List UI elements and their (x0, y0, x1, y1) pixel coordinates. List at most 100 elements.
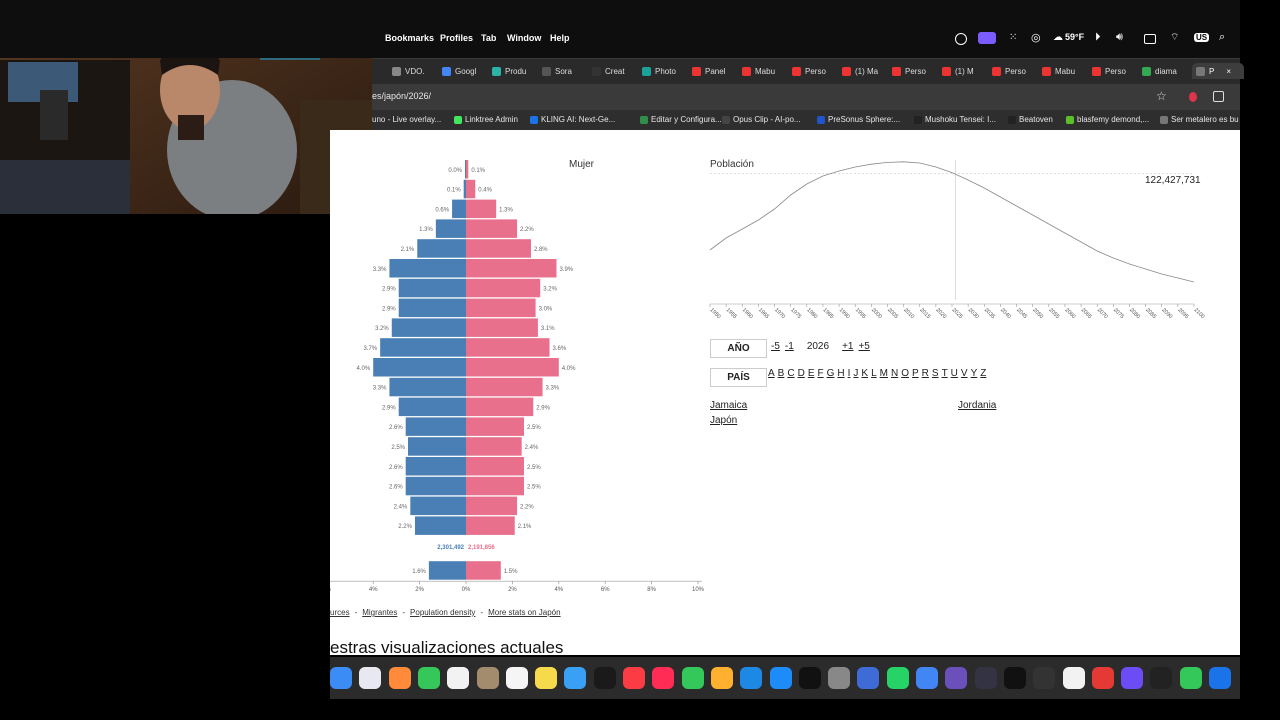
browser-tab[interactable]: Perso (1092, 63, 1136, 79)
menu-tab[interactable]: Tab (481, 33, 496, 43)
year-plus-1-link[interactable]: +1 (842, 341, 853, 352)
country-letter-link[interactable]: F (817, 368, 823, 379)
dock-app-icon[interactable] (710, 667, 733, 689)
dock-app-icon[interactable] (1209, 667, 1231, 689)
dock-app-icon[interactable] (1003, 667, 1026, 689)
dock-app-icon[interactable] (1179, 667, 1202, 689)
country-letter-link[interactable]: T (942, 368, 948, 379)
dock-app-icon[interactable] (681, 667, 704, 689)
country-letter-link[interactable]: Z (980, 368, 986, 379)
browser-tab[interactable]: diama (1142, 63, 1186, 79)
browser-tab[interactable]: Googl (442, 63, 486, 79)
dock-app-icon[interactable] (447, 667, 470, 689)
country-link-jordania[interactable]: Jordania (958, 400, 996, 411)
year-minus-5-link[interactable]: -5 (771, 341, 780, 352)
focus-icon[interactable]: ◎ (1031, 31, 1041, 44)
dock-app-icon[interactable] (359, 667, 382, 689)
dock-app-icon[interactable] (564, 667, 587, 689)
wifi-icon[interactable]: ⌔ (1170, 31, 1179, 44)
control-grid-icon[interactable]: ⁙ (1009, 32, 1017, 43)
dock-app-icon[interactable] (886, 667, 909, 689)
country-letter-link[interactable]: C (787, 368, 794, 379)
play-icon[interactable]: ⏵ (1095, 31, 1101, 44)
bookmark-item[interactable]: blasfemy demond,... (1066, 115, 1149, 124)
country-letter-link[interactable]: P (912, 368, 919, 379)
browser-tab[interactable]: Perso (892, 63, 936, 79)
dock-app-icon[interactable] (798, 667, 821, 689)
bookmark-item[interactable]: Beatoven (1008, 115, 1053, 124)
browser-tab[interactable]: Produ (492, 63, 536, 79)
dock-app-icon[interactable] (330, 667, 352, 689)
bookmark-item[interactable]: Linktree Admin (454, 115, 518, 124)
dock-app-icon[interactable] (652, 667, 675, 689)
menu-profiles[interactable]: Profiles (440, 33, 473, 43)
extension-icon[interactable] (1189, 92, 1197, 102)
dock-app-icon[interactable] (623, 667, 645, 689)
country-link-japan[interactable]: Japón (710, 415, 737, 426)
country-letter-link[interactable]: B (778, 368, 785, 379)
country-letter-link[interactable]: A (768, 368, 775, 379)
browser-tab[interactable]: Mabu (742, 63, 786, 79)
dock-app-icon[interactable] (593, 667, 616, 689)
dock-app-icon[interactable] (417, 667, 440, 689)
sources-link[interactable]: urces (330, 608, 350, 617)
country-letter-link[interactable]: L (871, 368, 877, 379)
country-letter-link[interactable]: K (861, 368, 868, 379)
extensions-puzzle-icon[interactable] (1213, 91, 1224, 102)
browser-tab[interactable]: Photo (642, 63, 686, 79)
bookmark-item[interactable]: KLING AI: Next-Ge... (530, 115, 615, 124)
country-letter-link[interactable]: D (798, 368, 805, 379)
screen-share-icon[interactable] (955, 33, 967, 45)
stage-manager-icon[interactable] (978, 32, 996, 44)
country-letter-link[interactable]: I (848, 368, 851, 379)
volume-icon[interactable]: 🔊︎ (1116, 31, 1123, 44)
dock-app-icon[interactable] (388, 667, 411, 689)
dock-app-icon[interactable] (769, 667, 792, 689)
country-letter-link[interactable]: J (853, 368, 858, 379)
browser-tab[interactable]: (1) Ma (842, 63, 886, 79)
dock-app-icon[interactable] (916, 667, 938, 689)
population-density-link[interactable]: Population density (410, 608, 475, 617)
country-letter-link[interactable]: G (827, 368, 835, 379)
url-field[interactable]: es/japón/2026/ (372, 91, 431, 101)
bookmark-item[interactable]: Opus Clip - AI-po... (722, 115, 801, 124)
browser-tab[interactable]: Panel (692, 63, 736, 79)
browser-tab[interactable]: P × (1192, 63, 1244, 79)
country-link-jamaica[interactable]: Jamaica (710, 400, 747, 411)
bookmark-item[interactable]: uno - Live overlay... (372, 115, 441, 124)
browser-tab[interactable]: Mabu (1042, 63, 1086, 79)
year-minus-1-link[interactable]: -1 (785, 341, 794, 352)
bookmark-item[interactable]: PreSonus Sphere:... (817, 115, 900, 124)
country-letter-link[interactable]: S (932, 368, 939, 379)
country-letter-link[interactable]: R (922, 368, 929, 379)
dock-app-icon[interactable] (945, 667, 968, 689)
browser-tab[interactable]: Sora (542, 63, 586, 79)
menu-bookmarks[interactable]: Bookmarks (385, 33, 434, 43)
dock-app-icon[interactable] (828, 667, 851, 689)
year-plus-5-link[interactable]: +5 (858, 341, 869, 352)
bookmark-item[interactable]: Editar y Configura... (640, 115, 722, 124)
input-source-badge[interactable]: US (1194, 33, 1210, 42)
dock-app-icon[interactable] (974, 667, 997, 689)
weather-temperature[interactable]: 59°F (1065, 32, 1084, 42)
dock-app-icon[interactable] (857, 667, 880, 689)
browser-tab[interactable]: (1) M (942, 63, 986, 79)
close-tab-icon[interactable]: × (1226, 67, 1231, 76)
dock-app-icon[interactable] (740, 667, 763, 689)
menu-window[interactable]: Window (507, 33, 541, 43)
more-stats-link[interactable]: More stats on Japón (488, 608, 560, 617)
dock-app-icon[interactable] (1091, 667, 1114, 689)
dock-app-icon[interactable] (1033, 667, 1056, 689)
menu-help[interactable]: Help (550, 33, 570, 43)
country-letter-link[interactable]: V (961, 368, 968, 379)
dock-app-icon[interactable] (476, 667, 499, 689)
dock-app-icon[interactable] (1121, 667, 1144, 689)
dock-app-icon[interactable] (505, 667, 528, 689)
country-letter-link[interactable]: H (837, 368, 844, 379)
country-letter-link[interactable]: M (880, 368, 888, 379)
search-icon[interactable]: ⌕ (1219, 31, 1225, 44)
browser-tab[interactable]: Perso (992, 63, 1036, 79)
bookmark-item[interactable]: Mushoku Tensei: I... (914, 115, 996, 124)
dock-app-icon[interactable] (535, 667, 558, 689)
bookmark-item[interactable]: Ser metalero es bu (1160, 115, 1239, 124)
